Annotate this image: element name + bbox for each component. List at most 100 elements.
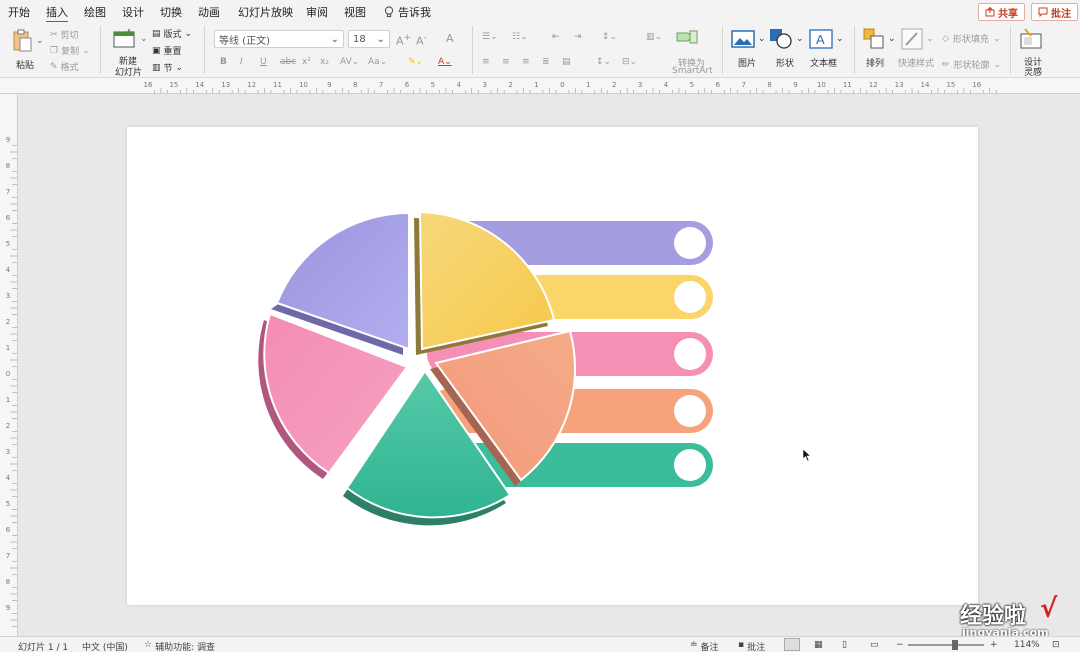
share-label: 共享 (998, 8, 1018, 20)
bar-circle-marker (674, 227, 706, 259)
copy-button[interactable]: ❐ 复制 ⌄ (50, 44, 90, 58)
zoom-slider[interactable] (908, 644, 984, 646)
tab-transitions[interactable]: 切换 (160, 4, 182, 20)
tab-home[interactable]: 开始 (8, 4, 30, 20)
tab-draw[interactable]: 绘图 (84, 4, 106, 20)
layout-button[interactable]: ▤ 版式 ⌄ (152, 27, 192, 41)
vertical-ruler[interactable]: 9 8 7 6 5 4 3 2 1 0 1 2 3 4 5 6 7 8 9 (0, 94, 18, 636)
textbox-dropdown-icon[interactable]: ⌄ (836, 34, 844, 44)
shape-dropdown-icon[interactable]: ⌄ (796, 34, 804, 44)
zoom-slider-thumb[interactable] (952, 640, 958, 650)
notes-button[interactable]: ≐ 备注 (690, 640, 719, 652)
designer-button[interactable] (1018, 28, 1044, 50)
zoom-level[interactable]: 114% (1014, 640, 1040, 650)
reset-button[interactable]: ▣ 重置 (152, 44, 182, 58)
arrange-button[interactable] (862, 28, 886, 50)
bold-icon[interactable]: B (220, 57, 227, 67)
slide-canvas[interactable] (127, 127, 978, 605)
format-painter-button[interactable]: ✎ 格式 (50, 60, 79, 74)
italic-icon[interactable]: I (240, 57, 243, 67)
status-comments-button[interactable]: ▪ 批注 (738, 640, 765, 652)
zoom-in-icon[interactable]: + (990, 640, 998, 650)
align-text-icon[interactable]: ⊟⌄ (622, 57, 637, 67)
tab-insert[interactable]: 插入 (46, 4, 68, 24)
picture-dropdown-icon[interactable]: ⌄ (758, 34, 766, 44)
picture-button[interactable] (730, 28, 756, 50)
paste-dropdown-icon[interactable]: ⌄ (36, 36, 44, 46)
shape-button[interactable] (768, 28, 794, 50)
columns-icon[interactable]: ▥⌄ (646, 32, 662, 42)
tell-me-box[interactable]: 告诉我 (384, 4, 431, 20)
ruler-label: 8 (353, 81, 357, 89)
ruler-label: 5 (6, 240, 10, 248)
cut-button[interactable]: ✂ 剪切 (50, 28, 79, 42)
shape-outline-button[interactable]: ✏ 形状轮廓 ⌄ (942, 58, 1001, 72)
align-center-icon[interactable]: ≡ (502, 57, 510, 67)
subscript-icon[interactable]: x₂ (320, 57, 329, 67)
shrink-font-icon[interactable]: A- (416, 32, 427, 48)
tab-design[interactable]: 设计 (122, 4, 144, 20)
quick-styles-button[interactable] (900, 28, 924, 50)
accessibility-status[interactable]: ☆ 辅助功能: 调查 (144, 640, 215, 652)
normal-view-icon[interactable] (784, 638, 800, 651)
arrange-dropdown-icon[interactable]: ⌄ (888, 34, 896, 44)
designer-label-2: 灵感 (1024, 68, 1043, 78)
shapes-icon (770, 29, 792, 49)
font-name-select[interactable]: 等线 (正文) ⌄ (214, 30, 344, 48)
new-slide-button[interactable] (112, 28, 138, 50)
align-left-icon[interactable]: ≡ (482, 57, 490, 67)
convert-smartart-button[interactable] (676, 28, 698, 46)
underline-icon[interactable]: U (260, 57, 267, 67)
align-right-icon[interactable]: ≡ (522, 57, 530, 67)
section-button[interactable]: ▥ 节 ⌄ (152, 61, 183, 75)
tab-slideshow[interactable]: 幻灯片放映 (238, 4, 293, 20)
highlight-icon[interactable]: ✎⌄ (408, 57, 423, 67)
change-case-icon[interactable]: Aa⌄ (368, 57, 387, 67)
superscript-icon[interactable]: x² (302, 57, 311, 67)
font-color-icon[interactable]: A⌄ (438, 57, 452, 67)
textbox-button[interactable]: A (808, 28, 834, 50)
font-size-select[interactable]: 18 ⌄ (348, 30, 390, 48)
horizontal-ruler[interactable]: 16 15 14 13 12 11 10 9 8 7 6 5 4 3 2 1 0 1 2 3 4 5 6 7 8 9 10 11 12 1… (0, 78, 1080, 94)
ruler-label: 0 (6, 370, 10, 378)
zoom-out-icon[interactable]: − (896, 640, 904, 650)
notes-label: 备注 (700, 643, 719, 652)
ruler-label: 13 (895, 81, 904, 89)
ribbon: 粘贴 ⌄ ✂ 剪切 ❐ 复制 ⌄ ✎ 格式 新建 幻灯片 ⌄ ▤ 版式 ⌄ ▣ 重置 ▥ 节 ⌄ … (0, 22, 1080, 78)
ruler-label: 5 (431, 81, 435, 89)
bullets-icon[interactable]: ☰⌄ (482, 32, 498, 42)
tab-review[interactable]: 审阅 (306, 4, 328, 20)
new-slide-dropdown-icon[interactable]: ⌄ (140, 34, 148, 44)
ruler-label: 1 (586, 81, 590, 89)
strikethrough-icon[interactable]: abc (280, 57, 296, 67)
quick-styles-dropdown-icon[interactable]: ⌄ (926, 34, 934, 44)
numbering-icon[interactable]: ☷⌄ (512, 32, 528, 42)
share-button[interactable]: 共享 (978, 3, 1025, 21)
ruler-label: 4 (457, 81, 462, 89)
increase-indent-icon[interactable]: ⇥ (574, 32, 582, 42)
paste-button[interactable] (10, 28, 34, 54)
ruler-label: 9 (793, 81, 797, 89)
fit-slide-icon[interactable]: ⊡ (1052, 640, 1060, 650)
distribute-icon[interactable]: ▤ (562, 57, 571, 67)
char-spacing-icon[interactable]: AV⌄ (340, 57, 359, 67)
justify-icon[interactable]: ≣ (542, 57, 550, 67)
text-direction-icon[interactable]: ↕⌄ (602, 32, 617, 42)
slideshow-view-icon[interactable]: ▭ (870, 640, 879, 650)
shape-fill-button[interactable]: ◇ 形状填充 ⌄ (942, 32, 1000, 46)
tab-view[interactable]: 视图 (344, 4, 366, 20)
ruler-label: 7 (379, 81, 383, 89)
comments-button[interactable]: 批注 (1031, 3, 1078, 21)
line-spacing-icon[interactable]: ↕⌄ (596, 57, 611, 67)
ruler-label: 12 (247, 81, 256, 89)
tab-animations[interactable]: 动画 (198, 4, 220, 20)
ruler-label: 2 (6, 318, 10, 326)
grow-font-icon[interactable]: A+ (396, 32, 411, 48)
language-status[interactable]: 中文 (中国) (82, 640, 128, 652)
decrease-indent-icon[interactable]: ⇤ (552, 32, 560, 42)
clear-format-icon[interactable]: A (446, 32, 454, 45)
slide-sorter-icon[interactable]: ▦ (814, 640, 823, 650)
reading-view-icon[interactable]: ▯ (842, 640, 847, 650)
ruler-label: 8 (767, 81, 771, 89)
ruler-label: 3 (6, 448, 10, 456)
